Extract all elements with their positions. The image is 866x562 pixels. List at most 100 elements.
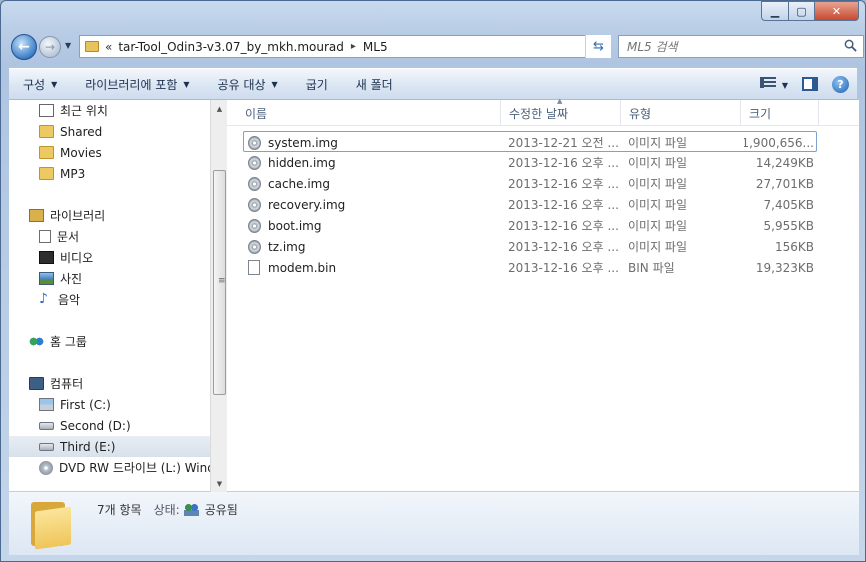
breadcrumb-current[interactable]: ML5 (363, 40, 388, 54)
help-icon[interactable]: ? (832, 75, 849, 93)
file-row[interactable]: tz.img 2013-12-16 오후 ... 이미지 파일 156KB (243, 236, 817, 257)
nav-recent-places[interactable]: 최근 위치 (9, 100, 210, 121)
nav-pictures[interactable]: 사진 (9, 268, 210, 289)
file-size-cell: 19,323KB (755, 260, 814, 275)
file-row[interactable]: hidden.img 2013-12-16 오후 ... 이미지 파일 14,2… (243, 152, 817, 173)
new-folder-label: 새 폴더 (355, 77, 393, 92)
close-button[interactable]: ✕ (814, 1, 859, 21)
chevron-down-icon: ▼ (65, 41, 72, 50)
disc-image-icon (248, 239, 261, 254)
close-icon: ✕ (831, 4, 842, 18)
maximize-button[interactable]: ▢ (788, 1, 814, 21)
scroll-down-button[interactable]: ▼ (211, 475, 228, 492)
scrollbar-thumb[interactable]: ≡ (213, 170, 226, 395)
breadcrumb-separator-icon[interactable]: ▸ (351, 41, 356, 52)
file-date-cell: 2013-12-21 오전 ... (508, 136, 619, 150)
command-bar: 구성 ▼ 라이브러리에 포함 ▼ 공유 대상 ▼ 굽기 새 폴더 ▼ ? (9, 68, 857, 100)
search-input[interactable] (627, 39, 827, 54)
file-name-cell: cache.img (248, 173, 500, 194)
large-folder-icon (31, 499, 71, 550)
file-name-cell: boot.img (248, 215, 500, 236)
nav-movies-folder[interactable]: Movies (9, 142, 210, 163)
back-button[interactable]: ← (11, 34, 37, 60)
forward-arrow-icon: → (44, 40, 56, 54)
include-in-library-menu[interactable]: 라이브러리에 포함 ▼ (71, 69, 203, 99)
nav-homegroup[interactable]: 홈 그룹 (9, 331, 210, 352)
chevron-down-icon: ▼ (216, 479, 223, 488)
organize-menu[interactable]: 구성 ▼ (9, 69, 71, 99)
include-in-library-label: 라이브러리에 포함 (85, 77, 178, 92)
burn-button[interactable]: 굽기 (292, 69, 342, 99)
address-bar[interactable]: « tar-Tool_Odin3-v3.07_by_mkh.mourad ▸ M… (79, 35, 611, 58)
burn-label: 굽기 (305, 77, 328, 92)
forward-button[interactable]: → (39, 36, 61, 58)
nav-drive-e[interactable]: Third (E:) (9, 436, 210, 457)
disc-image-icon (248, 155, 261, 170)
navigation-scrollbar[interactable]: ▲ ≡ ▼ (210, 100, 227, 492)
change-view-button[interactable]: ▼ (759, 77, 788, 91)
folder-icon (39, 146, 54, 159)
file-size-cell: 14,249KB (755, 155, 814, 170)
nav-libraries[interactable]: 라이브러리 (9, 205, 210, 226)
drive-c-icon (39, 398, 54, 411)
nav-label: 문서 (57, 230, 80, 244)
nav-drive-c[interactable]: First (C:) (9, 394, 210, 415)
nav-label: MP3 (60, 166, 86, 181)
details-pane: 7개 항목 상태: 공유됨 (9, 492, 859, 555)
breadcrumb-parent[interactable]: tar-Tool_Odin3-v3.07_by_mkh.mourad (118, 40, 344, 54)
file-icon (248, 260, 260, 275)
file-date-cell: 2013-12-16 오후 ... (508, 261, 619, 275)
file-size-cell: 156KB (774, 239, 814, 254)
file-type-cell: 이미지 파일 (628, 198, 688, 212)
nav-documents[interactable]: 문서 (9, 226, 210, 247)
file-name: cache.img (268, 176, 330, 191)
nav-music[interactable]: ♪ 음악 (9, 289, 210, 310)
disc-image-icon (248, 197, 261, 212)
nav-label: Second (D:) (60, 418, 131, 433)
search-box[interactable] (618, 35, 864, 58)
nav-label: DVD RW 드라이브 (L:) Windows (59, 461, 210, 475)
file-name-cell: recovery.img (248, 194, 500, 215)
minimize-button[interactable]: ▁ (761, 1, 788, 21)
file-name: hidden.img (268, 155, 336, 170)
address-overflow-button[interactable]: « (105, 40, 112, 54)
folder-icon (85, 41, 99, 52)
documents-icon (39, 230, 51, 243)
file-row[interactable]: boot.img 2013-12-16 오후 ... 이미지 파일 5,955K… (243, 215, 817, 236)
nav-label: 최근 위치 (60, 104, 108, 118)
file-type-cell: 이미지 파일 (628, 156, 688, 170)
nav-label: Third (E:) (60, 439, 116, 454)
drive-icon (39, 421, 54, 430)
nav-computer[interactable]: 컴퓨터 (9, 373, 210, 394)
nav-label: First (C:) (60, 397, 111, 412)
music-icon: ♪ (39, 291, 48, 307)
preview-pane-icon[interactable] (802, 77, 818, 91)
refresh-button[interactable]: ⇆ (585, 35, 611, 58)
column-header-name[interactable]: 이름 (237, 100, 501, 126)
nav-videos[interactable]: 비디오 (9, 247, 210, 268)
nav-dvd-drive[interactable]: DVD RW 드라이브 (L:) Windows (9, 457, 210, 478)
details-summary: 7개 항목 상태: 공유됨 (97, 501, 238, 518)
recent-pages-button[interactable]: ▼ (65, 41, 71, 50)
nav-drive-d[interactable]: Second (D:) (9, 415, 210, 436)
grip-icon: ≡ (218, 276, 226, 286)
new-folder-button[interactable]: 새 폴더 (342, 69, 407, 99)
nav-shared-folder[interactable]: Shared (9, 121, 210, 142)
file-row[interactable]: modem.bin 2013-12-16 오후 ... BIN 파일 19,32… (243, 257, 817, 278)
search-icon[interactable] (844, 39, 857, 52)
navigation-pane[interactable]: 최근 위치 Shared Movies MP3 라이브러리 문서 비디오 사진 … (9, 100, 210, 492)
file-row[interactable]: recovery.img 2013-12-16 오후 ... 이미지 파일 7,… (243, 194, 817, 215)
column-header-size[interactable]: 크기 (741, 100, 819, 126)
file-row[interactable]: cache.img 2013-12-16 오후 ... 이미지 파일 27,70… (243, 173, 817, 194)
share-with-menu[interactable]: 공유 대상 ▼ (204, 69, 292, 99)
navigation-bar: ← → ▼ « tar-Tool_Odin3-v3.07_by_mkh.mour… (9, 33, 864, 61)
column-header-type[interactable]: 유형 (621, 100, 741, 126)
file-date-cell: 2013-12-16 오후 ... (508, 156, 619, 170)
scroll-up-button[interactable]: ▲ (211, 100, 228, 117)
nav-mp3-folder[interactable]: MP3 (9, 163, 210, 184)
file-size-cell: 1,900,656... (744, 135, 814, 150)
file-list[interactable]: 이름 수정한 날짜 ▲ 유형 크기 system.img 2013-12-21 … (227, 97, 859, 492)
explorer-window: ▁ ▢ ✕ ← → ▼ « tar-Tool_Odin3-v3.07_by_mk… (0, 0, 866, 562)
nav-label: 음악 (58, 293, 81, 307)
file-row[interactable]: system.img 2013-12-21 오전 ... 이미지 파일 1,90… (243, 131, 817, 152)
